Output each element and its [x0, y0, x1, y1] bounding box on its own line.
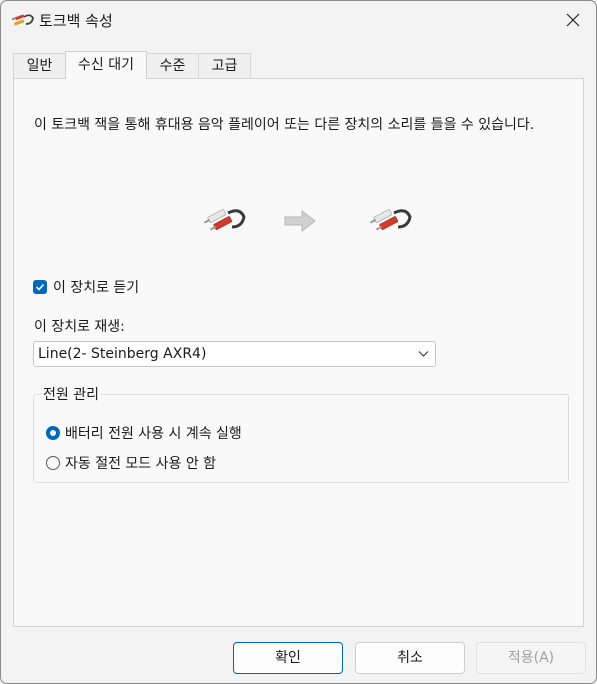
ok-button[interactable]: 확인 [233, 642, 343, 674]
radio-button-selected[interactable] [46, 426, 60, 440]
listen-checkbox[interactable]: 이 장치로 듣기 [33, 277, 139, 297]
checkbox-checked[interactable] [33, 280, 47, 294]
close-icon [566, 13, 580, 27]
listen-checkbox-label: 이 장치로 듣기 [53, 280, 140, 296]
playback-device-label: 이 장치로 재생: [34, 319, 125, 335]
dialog-window: 토크백 속성 일반 수신 대기 수준 고급 이 토크백 잭을 통해 휴대용 음악… [0, 0, 597, 684]
power-management-legend: 전원 관리 [41, 386, 101, 404]
arrow-right-icon [284, 210, 316, 232]
apply-button[interactable]: 적용(A) [476, 642, 586, 674]
window-title: 토크백 속성 [39, 12, 113, 30]
tab-panel-listen: 이 토크백 잭을 통해 휴대용 음악 플레이어 또는 다른 장치의 소리를 들을… [13, 78, 584, 627]
audio-jack-icon [203, 209, 246, 231]
playback-device-select[interactable]: Line(2- Steinberg AXR4) [33, 341, 436, 367]
radio-keep-running-on-battery[interactable]: 배터리 전원 사용 시 계속 실행 [46, 423, 242, 443]
checkmark-icon [35, 283, 45, 291]
audio-jack-icon [369, 209, 412, 231]
listen-description: 이 토크백 잭을 통해 휴대용 음악 플레이어 또는 다른 장치의 소리를 들을… [34, 117, 535, 133]
radio-disable-auto-sleep[interactable]: 자동 절전 모드 사용 안 함 [46, 453, 216, 473]
title-bar[interactable]: 토크백 속성 [1, 1, 596, 39]
playback-device-value: Line(2- Steinberg AXR4) [38, 346, 207, 362]
tab-advanced[interactable]: 고급 [198, 53, 251, 78]
tab-general[interactable]: 일반 [13, 53, 66, 78]
radio-label: 배터리 전원 사용 시 계속 실행 [65, 426, 242, 442]
radio-button-unselected[interactable] [46, 456, 60, 470]
radio-label: 자동 절전 모드 사용 안 함 [65, 456, 217, 472]
tab-levels[interactable]: 수준 [146, 53, 199, 78]
power-management-group: 전원 관리 배터리 전원 사용 시 계속 실행 자동 절전 모드 사용 안 함 [33, 386, 569, 483]
tab-listen[interactable]: 수신 대기 [65, 51, 147, 79]
audio-jack-icon [12, 14, 34, 26]
cancel-button[interactable]: 취소 [355, 642, 465, 674]
close-button[interactable] [550, 1, 596, 39]
chevron-down-icon [418, 351, 429, 357]
